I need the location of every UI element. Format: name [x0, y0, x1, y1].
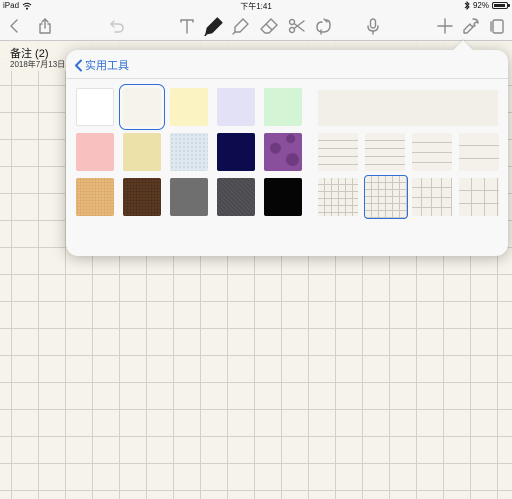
bluetooth-icon — [464, 1, 470, 10]
color-swatch-charcoal[interactable] — [217, 178, 255, 216]
status-right: 92% — [464, 1, 510, 10]
color-swatch-ivory[interactable] — [119, 84, 165, 130]
color-swatch-mint[interactable] — [264, 88, 302, 126]
battery-level — [494, 4, 506, 7]
color-swatch-brown[interactable] — [123, 178, 161, 216]
undo-icon[interactable] — [106, 15, 128, 37]
paper-style-lined-4[interactable] — [459, 133, 499, 171]
highlighter-icon[interactable] — [230, 15, 252, 37]
share-icon[interactable] — [34, 15, 56, 37]
color-swatch-gray[interactable] — [170, 178, 208, 216]
paper-style-grid-3[interactable] — [412, 178, 452, 216]
color-swatch-khaki[interactable] — [123, 133, 161, 171]
paper-popover: 实用工具 — [66, 40, 508, 256]
color-swatch-black[interactable] — [264, 178, 302, 216]
paper-style-lined-1[interactable] — [318, 133, 358, 171]
plus-icon[interactable] — [434, 15, 456, 37]
paper-style-lined-3[interactable] — [412, 133, 452, 171]
color-swatch-navy[interactable] — [217, 133, 255, 171]
paper-style-grid-4[interactable] — [459, 178, 499, 216]
scissors-icon[interactable] — [286, 15, 308, 37]
lasso-icon[interactable] — [312, 15, 334, 37]
status-bar: iPad 下午1:41 92% — [0, 0, 512, 12]
note-date: 2018年7月13日 — [10, 60, 66, 69]
battery-icon — [492, 2, 510, 9]
eraser-icon[interactable] — [258, 15, 280, 37]
color-swatch-purple-dots[interactable] — [264, 133, 302, 171]
back-icon[interactable] — [4, 15, 26, 37]
color-swatch-pale-yellow[interactable] — [170, 88, 208, 126]
text-tool-icon[interactable] — [176, 15, 198, 37]
battery-percent: 92% — [472, 1, 489, 10]
color-swatch-pink[interactable] — [76, 133, 114, 171]
pen-icon[interactable] — [203, 15, 225, 37]
microphone-icon[interactable] — [362, 15, 384, 37]
paper-style-grid-2[interactable] — [364, 175, 408, 219]
paper-style-grid-1[interactable] — [318, 178, 358, 216]
color-swatch-light-blue-texture[interactable] — [170, 133, 208, 171]
color-swatch-lavender[interactable] — [217, 88, 255, 126]
paper-style-blank[interactable] — [318, 90, 498, 126]
wrench-icon[interactable] — [460, 15, 482, 37]
status-time: 下午1:41 — [240, 2, 272, 11]
back-to-tools-label: 实用工具 — [85, 60, 129, 72]
toolbar — [0, 12, 512, 41]
pages-icon[interactable] — [486, 15, 508, 37]
color-swatch-white[interactable] — [76, 88, 114, 126]
popover-header: 实用工具 — [66, 50, 508, 79]
color-swatch-kraft[interactable] — [76, 178, 114, 216]
paper-style-lined-2[interactable] — [365, 133, 405, 171]
chevron-left-icon — [75, 59, 82, 71]
back-to-tools-button[interactable]: 实用工具 — [74, 57, 129, 73]
